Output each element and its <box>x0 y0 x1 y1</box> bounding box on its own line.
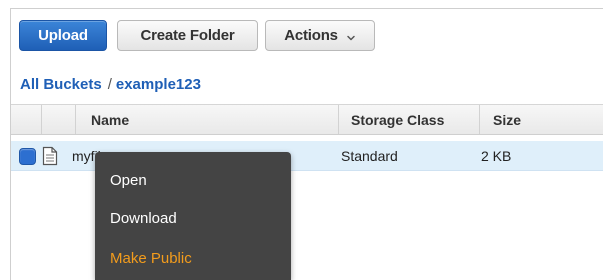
row-size: 2 KB <box>481 148 512 164</box>
header-divider <box>479 105 480 134</box>
create-folder-button-label: Create Folder <box>140 27 235 44</box>
table-header: Name Storage Class Size <box>11 104 603 135</box>
context-menu: Open Download Make Public <box>95 152 291 280</box>
header-divider <box>41 105 42 134</box>
upload-button-label: Upload <box>38 27 88 44</box>
row-storage-class: Standard <box>341 148 398 164</box>
row-checkbox[interactable] <box>19 148 36 165</box>
breadcrumb-bucket-link[interactable]: example123 <box>116 76 201 93</box>
actions-button-label: Actions <box>284 27 338 44</box>
column-header-storage-class[interactable]: Storage Class <box>351 105 444 134</box>
breadcrumb: All Buckets / example123 <box>20 76 201 93</box>
breadcrumb-all-buckets-link[interactable]: All Buckets <box>20 76 102 93</box>
context-menu-open[interactable]: Open <box>110 172 147 189</box>
chevron-down-icon <box>346 30 356 40</box>
create-folder-button[interactable]: Create Folder <box>117 20 258 51</box>
file-icon <box>42 146 58 166</box>
upload-button[interactable]: Upload <box>19 20 107 51</box>
context-menu-make-public[interactable]: Make Public <box>110 250 192 267</box>
actions-dropdown-button[interactable]: Actions <box>265 20 375 51</box>
context-menu-download[interactable]: Download <box>110 210 177 227</box>
header-divider <box>338 105 339 134</box>
column-header-name[interactable]: Name <box>91 105 129 134</box>
breadcrumb-separator: / <box>107 76 112 93</box>
header-divider <box>75 105 76 134</box>
column-header-size[interactable]: Size <box>493 105 521 134</box>
